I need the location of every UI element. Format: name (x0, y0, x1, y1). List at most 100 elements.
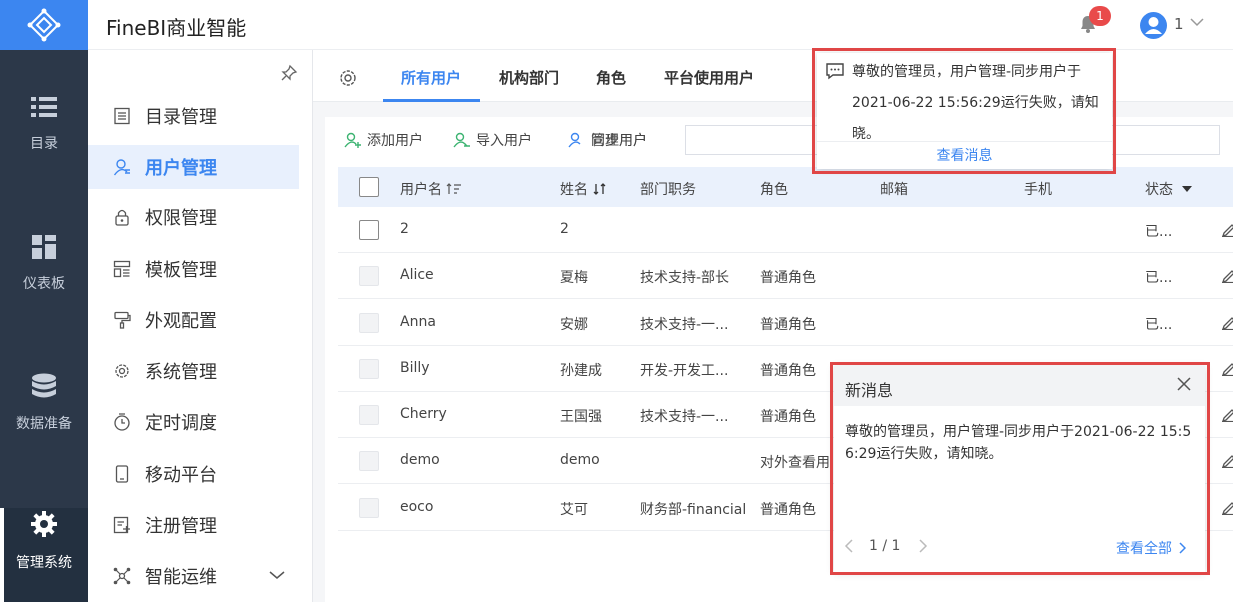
sidebar-item-label: 用户管理 (145, 158, 217, 179)
card-header: 新消息 (834, 366, 1205, 406)
sort-asc-desc-icon[interactable] (592, 182, 608, 196)
table-row[interactable]: 2 2 已... (338, 207, 1233, 253)
message-popover: 尊敬的管理员，用户管理-同步用户于2021-06-22 15:56:29运行失败… (817, 53, 1112, 169)
rail-item-catalog[interactable]: 目录 (0, 95, 88, 185)
sidebar-item-label: 外观配置 (145, 311, 217, 332)
manage-user-button[interactable]: 管理用户 (591, 130, 647, 150)
close-icon[interactable] (1177, 377, 1191, 391)
edit-icon[interactable] (1221, 360, 1233, 376)
filter-caret-icon[interactable] (1181, 184, 1193, 194)
row-checkbox[interactable] (359, 220, 379, 240)
rail-item-label: 管理系统 (16, 555, 72, 571)
chevron-down-icon[interactable] (269, 570, 285, 580)
col-status[interactable]: 状态 (1145, 179, 1193, 199)
cell-status: 已... (1145, 317, 1173, 333)
sidebar-item-catalog[interactable]: 目录管理 (88, 94, 299, 138)
cell-username: eoco (400, 499, 434, 515)
dashboard-icon (32, 235, 56, 259)
edit-icon[interactable] (1221, 267, 1233, 283)
sidebar-item-register[interactable]: 注册管理 (88, 503, 299, 547)
sidebar-item-label: 权限管理 (145, 208, 217, 229)
admin-sidebar: 目录管理 用户管理 权限管理 模板管理 外观配置 系统管理 定时调度 移动平台 … (88, 50, 313, 602)
rail-item-data-prep[interactable]: 数据准备 (0, 373, 88, 463)
cell-status: 已... (1145, 270, 1173, 286)
table-header: 用户名 姓名 部门职务 角色 邮箱 手机 状态 (338, 167, 1233, 207)
cell-department: 开发-开发工... (640, 363, 729, 379)
cell-role: 对外查看用 (760, 455, 830, 471)
cell-name: 安娜 (560, 317, 588, 333)
row-checkbox (359, 359, 379, 379)
tab-platform-users[interactable]: 平台使用用户 (664, 67, 754, 88)
user-count: 1 (1174, 15, 1184, 33)
row-checkbox (359, 313, 379, 333)
settings-gear-icon[interactable] (338, 68, 358, 88)
sidebar-item-mobile[interactable]: 移动平台 (88, 452, 299, 496)
row-checkbox (359, 451, 379, 471)
active-tab-indicator (383, 99, 480, 102)
sidebar-item-permissions[interactable]: 权限管理 (88, 195, 299, 239)
view-message-link[interactable]: 查看消息 (817, 141, 1112, 169)
cell-department: 财务部-financial (640, 502, 747, 518)
message-icon (826, 63, 844, 80)
chevron-right-icon (1179, 542, 1186, 554)
brush-icon (114, 311, 131, 329)
sidebar-item-users[interactable]: 用户管理 (88, 145, 299, 189)
cell-username: 2 (400, 221, 409, 237)
card-message: 尊敬的管理员，用户管理-同步用户于2021-06-22 15:56:29运行失败… (845, 424, 1192, 462)
network-icon (113, 567, 131, 585)
chevron-right-icon[interactable] (917, 538, 929, 554)
cell-role: 普通角色 (760, 317, 816, 333)
cell-role: 普通角色 (760, 502, 816, 518)
sidebar-item-ops[interactable]: 智能运维 (88, 554, 299, 598)
col-username[interactable]: 用户名 (400, 179, 462, 199)
cell-department: 技术支持-部长 (640, 270, 730, 286)
table-row[interactable]: Anna 安娜 技术支持-一... 普通角色 已... (338, 300, 1233, 346)
logo[interactable] (0, 0, 88, 50)
edit-icon[interactable] (1221, 314, 1233, 330)
primary-nav-rail: 目录 仪表板 数据准备 管理系统 (0, 0, 88, 602)
sidebar-item-label: 目录管理 (145, 107, 217, 128)
avatar[interactable] (1140, 12, 1167, 39)
sort-icon[interactable] (446, 182, 462, 196)
col-name[interactable]: 姓名 (560, 179, 608, 199)
row-checkbox (359, 498, 379, 518)
edit-icon[interactable] (1221, 499, 1233, 515)
sidebar-item-schedule[interactable]: 定时调度 (88, 400, 299, 444)
cell-name: 孙建成 (560, 363, 602, 379)
tab-departments[interactable]: 机构部门 (499, 67, 559, 88)
cell-role: 普通角色 (760, 270, 816, 286)
rail-item-admin[interactable]: 管理系统 (0, 508, 88, 602)
tab-roles[interactable]: 角色 (596, 67, 626, 88)
top-header: FineBI商业智能 1 1 (88, 0, 1233, 50)
sidebar-item-templates[interactable]: 模板管理 (88, 247, 299, 291)
edit-icon[interactable] (1221, 452, 1233, 468)
row-checkbox (359, 266, 379, 286)
tab-all-users[interactable]: 所有用户 (401, 67, 461, 88)
col-phone: 手机 (1024, 182, 1052, 198)
sidebar-item-system[interactable]: 系统管理 (88, 349, 299, 393)
notification-badge: 1 (1089, 6, 1111, 26)
chevron-left-icon[interactable] (843, 538, 855, 554)
pager-indicator: 1 / 1 (869, 538, 901, 554)
chevron-down-icon[interactable] (1190, 17, 1204, 27)
sidebar-item-appearance[interactable]: 外观配置 (88, 298, 299, 342)
import-user-icon (453, 132, 470, 148)
cell-department: 技术支持-一... (640, 409, 729, 425)
col-department: 部门职务 (640, 182, 696, 198)
mobile-icon (115, 465, 129, 483)
sidebar-item-label: 系统管理 (145, 362, 217, 383)
select-all-checkbox[interactable] (359, 177, 379, 197)
col-email: 邮箱 (880, 182, 908, 198)
register-icon (113, 516, 130, 534)
rail-item-dashboard[interactable]: 仪表板 (0, 235, 88, 325)
table-row[interactable]: Alice 夏梅 技术支持-部长 普通角色 已... (338, 253, 1233, 299)
cell-name: 夏梅 (560, 270, 588, 286)
add-user-button[interactable]: 添加用户 (344, 130, 423, 150)
user-icon (113, 159, 130, 176)
edit-icon[interactable] (1221, 406, 1233, 422)
import-user-button[interactable]: 导入用户 (453, 130, 532, 150)
view-all-link[interactable]: 查看全部 (1116, 538, 1186, 558)
edit-icon[interactable] (1221, 221, 1233, 237)
cell-status: 已... (1145, 224, 1173, 240)
pin-icon[interactable] (280, 64, 298, 82)
